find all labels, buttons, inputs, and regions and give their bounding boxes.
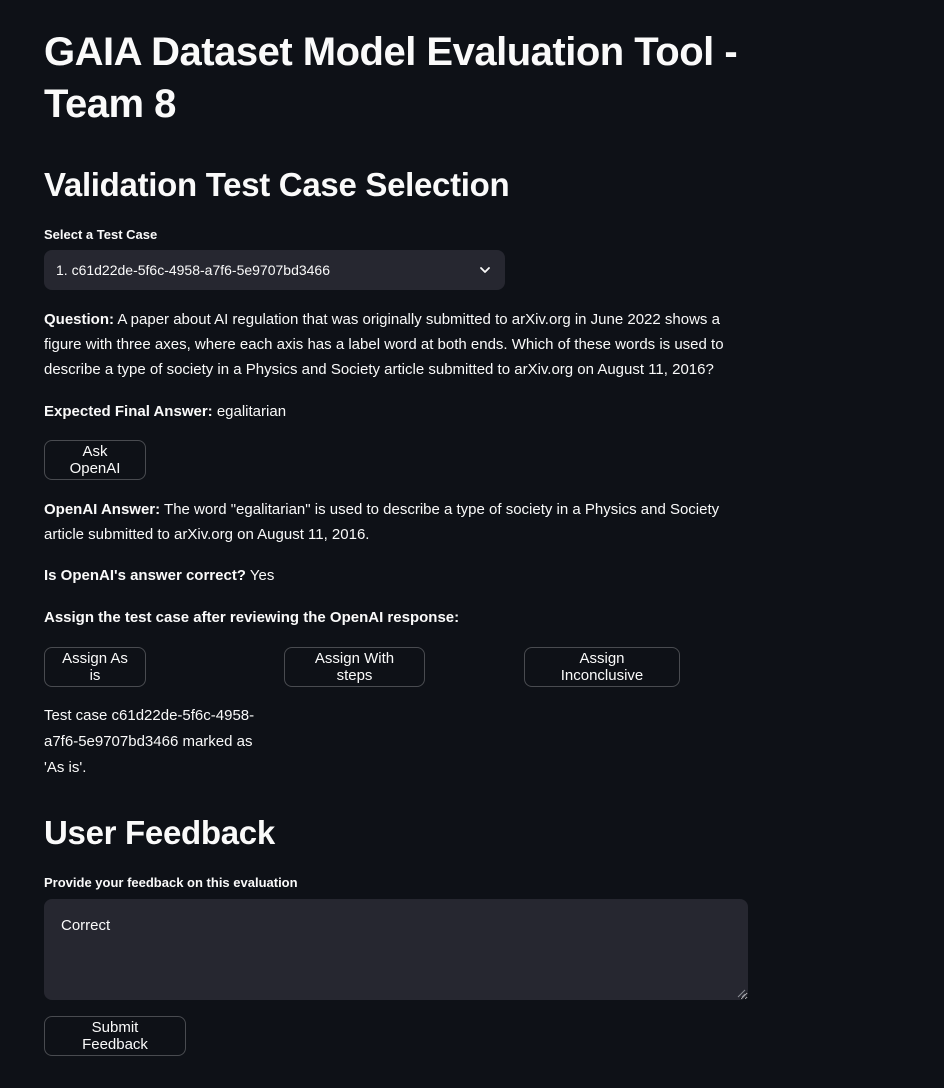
question-label: Question: <box>44 311 114 328</box>
expected-answer-label: Expected Final Answer: <box>44 403 213 420</box>
app-page: GAIA Dataset Model Evaluation Tool - Tea… <box>0 0 944 1088</box>
feedback-textarea[interactable] <box>44 899 748 1000</box>
test-case-select[interactable]: 1. c61d22de-5f6c-4958-a7f6-5e9707bd3466 <box>44 250 505 290</box>
page-title: GAIA Dataset Model Evaluation Tool - Tea… <box>44 30 738 126</box>
assign-heading: Assign the test case after reviewing the… <box>44 609 460 626</box>
correctness-value: Yes <box>245 567 275 584</box>
assign-status-message: Test case c61d22de-5f6c-4958-a7f6-5e9707… <box>44 707 255 776</box>
submit-feedback-button[interactable]: Submit Feedback <box>44 1016 186 1056</box>
expected-answer: Expected Final Answer: egalitarian <box>44 399 734 424</box>
selection-heading: Validation Test Case Selection <box>44 166 510 203</box>
feedback-label: Provide your feedback on this evaluation <box>44 875 298 890</box>
chevron-down-icon[interactable] <box>477 262 493 278</box>
openai-answer: OpenAI Answer: The word "egalitarian" is… <box>44 497 734 547</box>
openai-answer-label: OpenAI Answer: <box>44 501 161 518</box>
assign-with-steps-button[interactable]: Assign With steps <box>284 647 425 687</box>
feedback-heading: User Feedback <box>44 814 275 851</box>
correctness-check: Is OpenAI's answer correct? Yes <box>44 563 734 588</box>
correctness-label: Is OpenAI's answer correct? <box>44 567 246 584</box>
expected-answer-value: egalitarian <box>212 403 287 420</box>
question-body: A paper about AI regulation that was ori… <box>44 311 724 378</box>
test-case-select-value: 1. c61d22de-5f6c-4958-a7f6-5e9707bd3466 <box>56 262 331 278</box>
test-case-select-label: Select a Test Case <box>44 227 158 242</box>
assign-as-is-button[interactable]: Assign As is <box>44 647 146 687</box>
ask-openai-button[interactable]: Ask OpenAI <box>44 440 146 480</box>
assign-inconclusive-button[interactable]: Assign Inconclusive <box>524 647 680 687</box>
question-text: Question: A paper about AI regulation th… <box>44 307 734 382</box>
